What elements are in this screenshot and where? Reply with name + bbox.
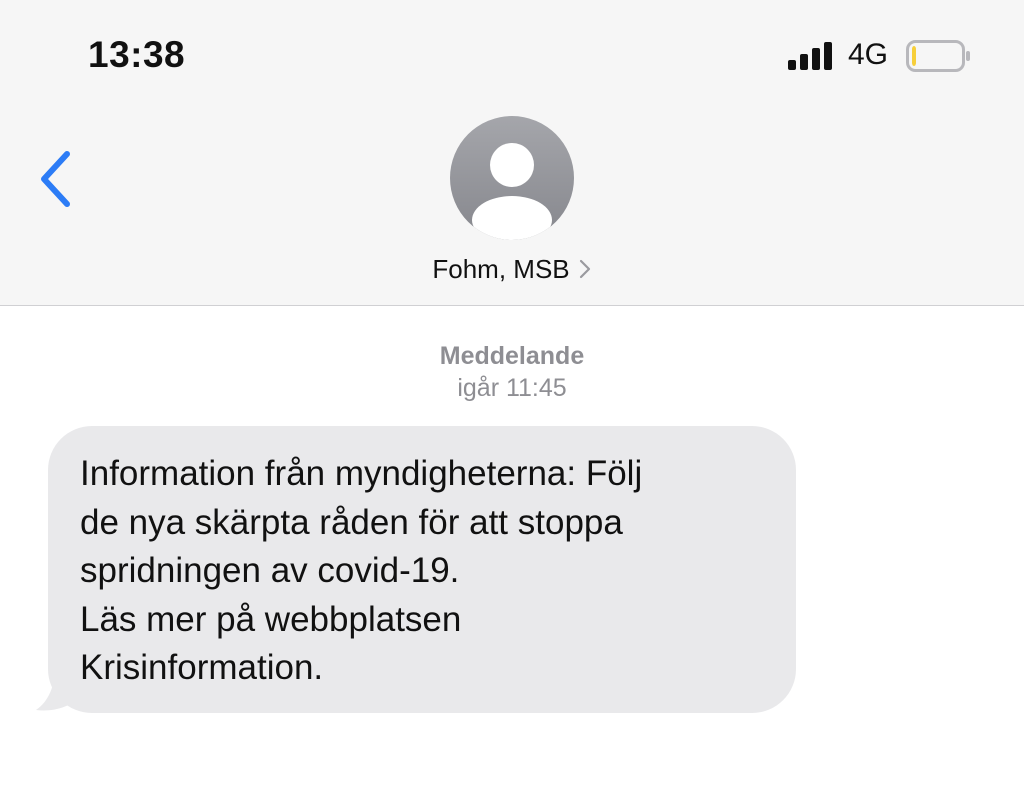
battery-low-icon: [906, 40, 970, 72]
battery-level-fill: [912, 46, 916, 66]
chevron-right-icon: [579, 260, 590, 279]
message-line: Information från myndigheterna: Följ: [80, 454, 643, 493]
message-timestamp: Meddelande igår 11:45: [0, 340, 1024, 404]
navigation-header: 13:38 4G Fohm, MSB: [0, 0, 1024, 306]
chevron-left-icon[interactable]: [36, 148, 82, 210]
contact-name-button[interactable]: Fohm, MSB: [0, 252, 1024, 285]
message-time: igår 11:45: [457, 374, 567, 402]
message-line: de nya skärpta råden för att stoppa: [80, 502, 623, 542]
signal-bars-icon: [788, 42, 832, 70]
message-line: spridningen av covid-19.: [80, 551, 460, 590]
message-line: Läs mer på webbplatsen: [80, 599, 462, 639]
message-line: Krisinformation.: [80, 648, 324, 687]
message-label: Meddelande: [439, 342, 585, 370]
contact-name: Fohm, MSB: [432, 253, 570, 284]
status-time: 13:38: [88, 34, 186, 75]
person-avatar-icon[interactable]: [450, 116, 574, 240]
network-type: 4G: [848, 38, 889, 71]
message-bubble[interactable]: Information från myndigheterna: Följ de …: [48, 426, 796, 713]
